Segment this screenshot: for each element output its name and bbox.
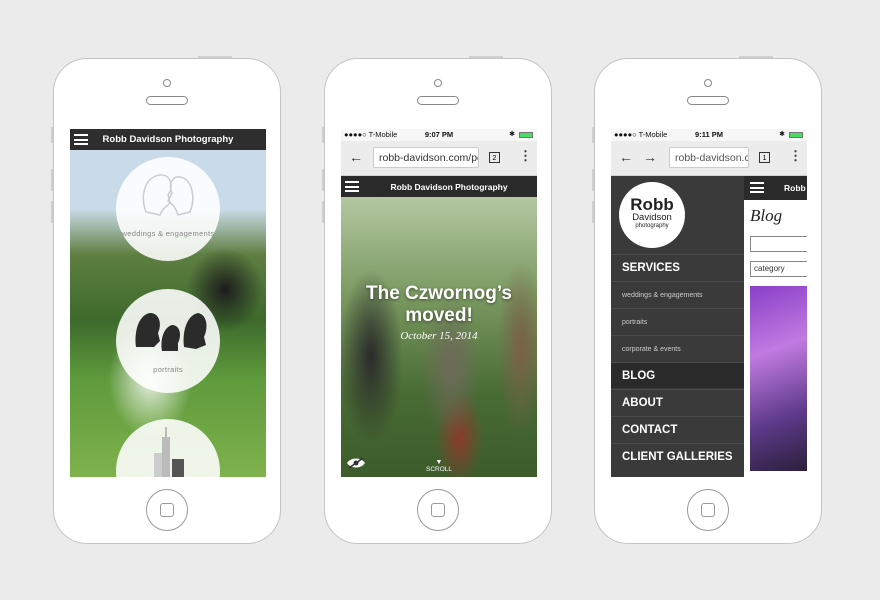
site-header: Robb Davidson Photography xyxy=(341,176,537,198)
clock: 9:11 PM xyxy=(695,130,723,139)
logo-line-3: photography xyxy=(635,223,669,229)
side-button xyxy=(322,169,324,191)
menu-item-blog[interactable]: BLOG xyxy=(611,362,744,388)
category-circle-corporate[interactable] xyxy=(116,419,220,477)
hero-family-photo: The Czwornog’s moved! October 15, 2014 ▼… xyxy=(341,197,537,477)
browser-toolbar: ← robb-davidson.com/po 2 ⋮ xyxy=(341,141,537,176)
front-camera xyxy=(434,79,442,87)
screen-3: ●●●●○ T-Mobile 9:11 PM ✱ ← → robb-davids… xyxy=(611,129,807,477)
back-arrow-icon[interactable]: ← xyxy=(349,149,363,165)
post-headline[interactable]: The Czwornog’s moved! xyxy=(341,283,537,327)
post-date: October 15, 2014 xyxy=(400,330,478,342)
category-circle-weddings[interactable]: weddings & engagements xyxy=(116,157,220,261)
search-input[interactable] xyxy=(750,236,807,252)
address-bar[interactable]: robb-davidson.com/po xyxy=(373,147,479,168)
side-button xyxy=(322,201,324,223)
screen-1: Robb Davidson Photography weddings & eng… xyxy=(70,129,266,477)
menu-item-portraits[interactable]: portraits xyxy=(611,308,744,335)
phone-frame-2: ●●●●○ T-Mobile 9:07 PM ✱ ← robb-davidson… xyxy=(322,56,552,544)
screen-2: ●●●●○ T-Mobile 9:07 PM ✱ ← robb-davidson… xyxy=(341,129,537,477)
portrait-silhouettes-icon xyxy=(135,313,207,351)
battery-icon xyxy=(519,132,533,138)
chevron-down-icon: ▼ xyxy=(435,459,443,466)
earpiece-speaker xyxy=(687,96,729,105)
site-title[interactable]: Robb xyxy=(784,183,806,193)
site-header: Robb Davidson Photography xyxy=(70,129,266,150)
couple-silhouette-icon xyxy=(142,174,194,216)
home-button[interactable] xyxy=(687,489,729,531)
side-button xyxy=(592,201,594,223)
battery-icon xyxy=(789,132,803,138)
menu-item-services[interactable]: SERVICES xyxy=(611,254,744,280)
headline-line-1: The Czwornog’s xyxy=(365,283,513,304)
power-button xyxy=(739,56,773,58)
page-heading: Blog xyxy=(750,206,783,225)
category-select[interactable]: category xyxy=(750,261,807,277)
circle-label: weddings & engagements xyxy=(121,229,215,238)
front-camera xyxy=(704,79,712,87)
side-button xyxy=(592,127,594,143)
overflow-menu-icon[interactable]: ⋮ xyxy=(789,148,802,164)
nav-drawer: Robb Davidson photography SERVICES weddi… xyxy=(611,176,744,477)
tab-count-icon[interactable]: 1 xyxy=(759,152,770,163)
side-button xyxy=(592,169,594,191)
city-skyline-icon xyxy=(154,427,184,477)
home-button[interactable] xyxy=(417,489,459,531)
circle-label: portraits xyxy=(153,365,183,374)
side-button xyxy=(51,169,53,191)
tab-count-icon[interactable]: 2 xyxy=(489,152,500,163)
phone-frame-1: Robb Davidson Photography weddings & eng… xyxy=(51,56,281,544)
site-logo[interactable]: Robb Davidson photography xyxy=(619,182,685,248)
side-button xyxy=(51,201,53,223)
status-bar: ●●●●○ T-Mobile 9:07 PM ✱ xyxy=(341,129,537,141)
back-arrow-icon[interactable]: ← xyxy=(619,149,633,165)
hamburger-menu-icon[interactable] xyxy=(345,181,359,192)
clock: 9:07 PM xyxy=(424,130,454,139)
site-header: Robb xyxy=(744,176,807,200)
category-circle-portraits[interactable]: portraits xyxy=(116,289,220,393)
side-button xyxy=(51,127,53,143)
scroll-indicator[interactable]: ▼ SCROLL xyxy=(341,459,537,473)
bluetooth-icon: ✱ xyxy=(779,131,785,138)
forward-arrow-icon[interactable]: → xyxy=(643,149,657,165)
earpiece-speaker xyxy=(417,96,459,105)
power-button xyxy=(469,56,503,58)
logo-line-2: Davidson xyxy=(632,212,672,223)
home-button[interactable] xyxy=(146,489,188,531)
front-camera xyxy=(163,79,171,87)
browser-toolbar: ← → robb-davidson.com 1 ⋮ xyxy=(611,141,807,176)
hamburger-menu-icon[interactable] xyxy=(750,182,764,193)
side-button xyxy=(322,127,324,143)
menu-item-client-galleries[interactable]: CLIENT GALLERIES xyxy=(611,443,744,469)
site-title[interactable]: Robb Davidson Photography xyxy=(70,134,266,145)
menu-item-weddings[interactable]: weddings & engagements xyxy=(611,281,744,308)
bluetooth-icon: ✱ xyxy=(509,131,515,138)
status-bar: ●●●●○ T-Mobile 9:11 PM ✱ xyxy=(611,129,807,141)
menu-item-about[interactable]: ABOUT xyxy=(611,389,744,415)
page-content-peek: Robb Blog category xyxy=(744,176,807,477)
headline-line-2: moved! xyxy=(405,305,473,326)
power-button xyxy=(198,56,232,58)
phone-frame-3: ●●●●○ T-Mobile 9:11 PM ✱ ← → robb-davids… xyxy=(592,56,822,544)
logo-line-1: Robb xyxy=(630,195,674,214)
earpiece-speaker xyxy=(146,96,188,105)
menu-item-corporate[interactable]: corporate & events xyxy=(611,335,744,362)
menu-item-contact[interactable]: CONTACT xyxy=(611,416,744,442)
address-bar[interactable]: robb-davidson.com xyxy=(669,147,749,168)
blog-post-thumbnail[interactable] xyxy=(750,286,807,471)
scroll-label: SCROLL xyxy=(425,466,452,473)
overflow-menu-icon[interactable]: ⋮ xyxy=(519,148,532,164)
site-title[interactable]: Robb Davidson Photography xyxy=(361,182,537,192)
